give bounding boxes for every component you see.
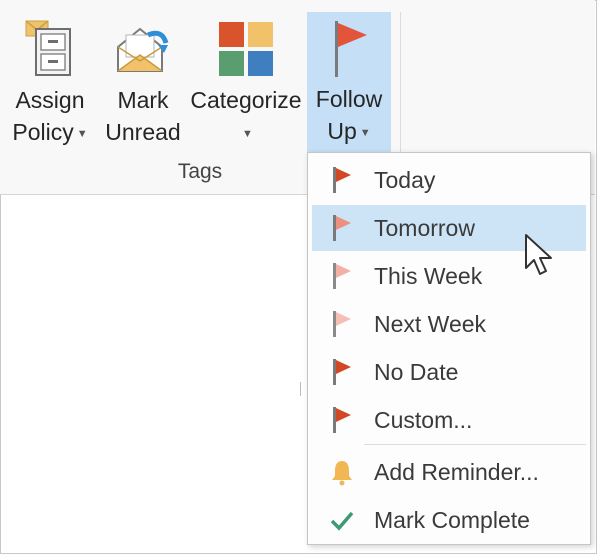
menu-item-label: Add Reminder... xyxy=(374,458,539,485)
dropdown-caret-icon: ▼ xyxy=(76,127,88,140)
assign-policy-button[interactable]: Assign Policy ▼ xyxy=(6,14,94,156)
follow-up-flag-icon xyxy=(308,13,390,83)
bell-icon xyxy=(316,449,368,495)
mark-unread-button[interactable]: Mark Unread xyxy=(100,14,186,156)
menu-item-add-reminder[interactable]: Add Reminder... xyxy=(312,449,586,495)
follow-up-label-line2: Up ▼ xyxy=(308,115,390,149)
menu-item-label: Today xyxy=(374,166,436,193)
assign-policy-label-line1: Assign xyxy=(15,87,85,113)
pane-edge xyxy=(300,382,301,396)
menu-item-label: Custom... xyxy=(374,406,473,433)
envelope-unread-icon xyxy=(100,14,186,84)
categorize-label: Categorize xyxy=(190,87,302,113)
flag-tomorrow-icon xyxy=(316,205,368,251)
follow-up-label-line1: Follow xyxy=(315,86,383,112)
mouse-pointer-icon xyxy=(523,232,557,285)
menu-item-label: No Date xyxy=(374,358,459,385)
assign-policy-label-text: Policy xyxy=(12,119,74,145)
menu-item-next-week[interactable]: Next Week xyxy=(312,301,586,347)
categorize-grid-icon xyxy=(186,14,306,84)
flag-this-week-icon xyxy=(316,253,368,299)
categorize-button[interactable]: Categorize ▼ xyxy=(186,14,306,156)
menu-item-label: Next Week xyxy=(374,310,487,337)
menu-item-label: Mark Complete xyxy=(374,506,530,533)
follow-up-menu: Today Tomorrow This Week Next Week No Da… xyxy=(307,152,591,545)
flag-next-week-icon xyxy=(316,301,368,347)
menu-item-custom[interactable]: Custom... xyxy=(312,397,586,443)
checkmark-icon xyxy=(316,497,368,543)
dropdown-caret-icon: ▼ xyxy=(242,127,253,140)
menu-item-label: This Week xyxy=(374,262,483,289)
follow-up-button[interactable]: Follow Up ▼ xyxy=(307,12,391,158)
flag-custom-icon xyxy=(316,397,368,443)
follow-up-label-text: Up xyxy=(327,118,357,144)
menu-item-label: Tomorrow xyxy=(374,214,475,241)
dropdown-caret-icon: ▼ xyxy=(359,126,371,139)
flag-today-icon xyxy=(316,157,368,203)
menu-item-today[interactable]: Today xyxy=(312,157,586,203)
policy-cabinet-icon xyxy=(6,14,94,84)
assign-policy-label-line2: Policy ▼ xyxy=(6,116,94,150)
mark-unread-label-line1: Mark xyxy=(117,87,169,113)
menu-item-no-date[interactable]: No Date xyxy=(312,349,586,395)
menu-item-mark-complete[interactable]: Mark Complete xyxy=(312,497,586,543)
categorize-caret-line: ▼ xyxy=(186,116,306,150)
menu-separator xyxy=(364,444,586,445)
mark-unread-label-line2: Unread xyxy=(105,119,181,145)
flag-no-date-icon xyxy=(316,349,368,395)
